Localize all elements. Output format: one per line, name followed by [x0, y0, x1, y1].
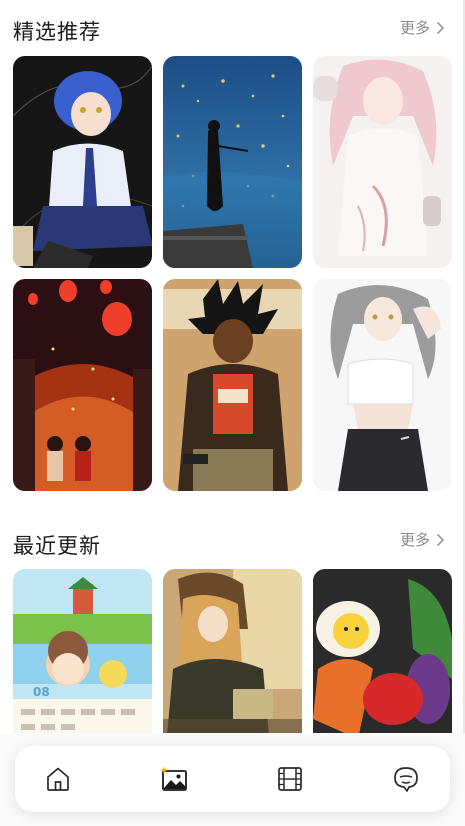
- violinist-night-city-image[interactable]: [163, 56, 302, 268]
- more-label: 更多: [399, 19, 430, 37]
- home-icon: [47, 767, 69, 791]
- latest-more-link[interactable]: 更多: [400, 529, 445, 550]
- spiky-hair-warrior-image[interactable]: [163, 279, 302, 491]
- calendar-number: 08: [33, 685, 50, 699]
- nav-profile[interactable]: [390, 763, 422, 795]
- silver-hair-girl-image[interactable]: [313, 279, 452, 491]
- featured-section-title: 精选推荐: [13, 20, 101, 44]
- more-label: 更多: [399, 531, 430, 549]
- chat-icon: [394, 767, 418, 792]
- bottom-navigation: [15, 746, 450, 812]
- nav-video[interactable]: [274, 763, 306, 795]
- white-dress-girl-image[interactable]: [313, 56, 452, 268]
- nav-home[interactable]: [42, 763, 74, 795]
- chevron-right-icon: [436, 533, 445, 546]
- lantern-festival-image[interactable]: [13, 279, 152, 491]
- film-icon: [278, 767, 302, 791]
- chevron-right-icon: [436, 21, 445, 34]
- featured-more-link[interactable]: 更多: [400, 17, 445, 38]
- gallery-icon: [160, 766, 187, 791]
- anime-girl-blue-hair-image[interactable]: [13, 56, 152, 268]
- nav-gallery[interactable]: [158, 763, 190, 795]
- latest-section-title: 最近更新: [13, 534, 101, 558]
